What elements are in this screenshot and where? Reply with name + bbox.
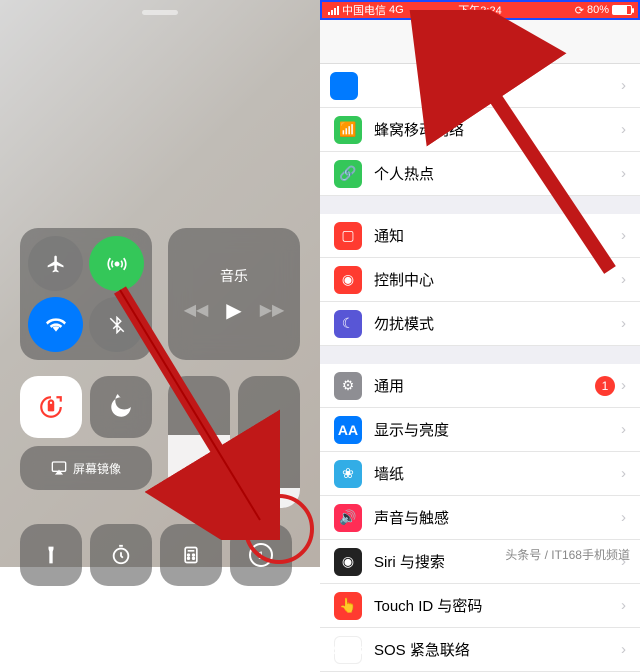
row-general[interactable]: ⚙通用1› bbox=[320, 364, 640, 408]
row-notifications[interactable]: ▢通知› bbox=[320, 214, 640, 258]
wallpaper-icon: ❀ bbox=[334, 460, 362, 488]
row-cellular[interactable]: 📶蜂窝移动网络› bbox=[320, 108, 640, 152]
screen-mirroring-tile[interactable]: 屏幕镜像 bbox=[20, 446, 152, 490]
hotspot-icon: 🔗 bbox=[334, 160, 362, 188]
sos-icon: SOS bbox=[334, 636, 362, 664]
chevron-icon: › bbox=[621, 227, 626, 244]
row-wallpaper[interactable]: ❀墙纸› bbox=[320, 452, 640, 496]
row-control-center[interactable]: ◉控制中心› bbox=[320, 258, 640, 302]
chevron-icon: › bbox=[621, 597, 626, 614]
brightness-slider[interactable]: ☀ bbox=[168, 376, 230, 508]
cellular-icon: 📶 bbox=[334, 116, 362, 144]
chevron-icon: › bbox=[621, 77, 626, 94]
next-track-icon[interactable]: ▶▶ bbox=[260, 300, 285, 320]
airplane-mode-toggle[interactable] bbox=[28, 236, 83, 291]
badge: 1 bbox=[595, 376, 615, 396]
network-label: 4G bbox=[389, 4, 404, 16]
status-bar: 中国电信 4G 下午2:24 ⟳ 80% bbox=[320, 0, 640, 20]
general-icon: ⚙ bbox=[334, 372, 362, 400]
timer-tile[interactable] bbox=[90, 524, 152, 586]
brightness-icon: ☀ bbox=[168, 480, 230, 500]
prev-track-icon[interactable]: ◀◀ bbox=[184, 300, 209, 320]
music-tile[interactable]: 音乐 ◀◀ ▶ ▶▶ bbox=[168, 228, 300, 360]
recording-countdown-tile[interactable]: 1 bbox=[230, 524, 292, 586]
grabber-handle[interactable] bbox=[142, 10, 178, 15]
row-dnd[interactable]: ☾勿扰模式› bbox=[320, 302, 640, 346]
settings-list: › 📶蜂窝移动网络› 🔗个人热点› ▢通知› ◉控制中心› ☾勿扰模式› ⚙通用… bbox=[320, 64, 640, 672]
chevron-icon: › bbox=[621, 165, 626, 182]
bottom-controls: 1 bbox=[20, 524, 292, 586]
notifications-icon: ▢ bbox=[334, 222, 362, 250]
row-hotspot[interactable]: 🔗个人热点› bbox=[320, 152, 640, 196]
svg-text:1: 1 bbox=[258, 550, 264, 562]
chevron-icon: › bbox=[621, 271, 626, 288]
row-sound[interactable]: 🔊声音与触感› bbox=[320, 496, 640, 540]
volume-slider[interactable]: 🔇 bbox=[238, 376, 300, 508]
chevron-icon: › bbox=[621, 421, 626, 438]
dnd-icon: ☾ bbox=[334, 310, 362, 338]
connectivity-tile[interactable] bbox=[20, 228, 152, 360]
page-title: 设置 bbox=[463, 29, 497, 54]
control-center-panel: 音乐 ◀◀ ▶ ▶▶ ☀ 🔇 屏幕镜像 1 bbox=[0, 0, 320, 567]
chevron-icon: › bbox=[621, 377, 626, 394]
mirror-label: 屏幕镜像 bbox=[73, 460, 121, 477]
chevron-icon: › bbox=[621, 509, 626, 526]
rotation-lock-tile[interactable] bbox=[20, 376, 82, 438]
music-controls: ◀◀ ▶ ▶▶ bbox=[184, 298, 285, 323]
navbar: 设置 bbox=[320, 20, 640, 64]
battery-pct: 80% bbox=[587, 4, 609, 16]
watermark: 头条号 / IT168手机频道 bbox=[505, 546, 630, 563]
carrier-label: 中国电信 bbox=[342, 2, 386, 18]
volume-icon: 🔇 bbox=[238, 480, 300, 500]
music-label: 音乐 bbox=[220, 266, 248, 286]
row-icon bbox=[330, 72, 358, 100]
battery-icon bbox=[612, 5, 632, 15]
row-sos[interactable]: SOSSOS 紧急联络› bbox=[320, 628, 640, 672]
display-icon: AA bbox=[334, 416, 362, 444]
do-not-disturb-tile[interactable] bbox=[90, 376, 152, 438]
sound-icon: 🔊 bbox=[334, 504, 362, 532]
time-label: 下午2:24 bbox=[458, 2, 501, 18]
flashlight-tile[interactable] bbox=[20, 524, 82, 586]
settings-screen: 中国电信 4G 下午2:24 ⟳ 80% 设置 › 📶蜂窝移动网络› 🔗个人热点… bbox=[320, 0, 640, 567]
calculator-tile[interactable] bbox=[160, 524, 222, 586]
chevron-icon: › bbox=[621, 641, 626, 658]
cellular-toggle[interactable] bbox=[89, 236, 144, 291]
row-partial[interactable]: › bbox=[320, 64, 640, 108]
siri-icon: ◉ bbox=[334, 548, 362, 576]
row-display[interactable]: AA显示与亮度› bbox=[320, 408, 640, 452]
chevron-icon: › bbox=[621, 315, 626, 332]
chevron-icon: › bbox=[621, 465, 626, 482]
chevron-icon: › bbox=[621, 121, 626, 138]
wifi-toggle[interactable] bbox=[28, 297, 83, 352]
row-touchid[interactable]: 👆Touch ID 与密码› bbox=[320, 584, 640, 628]
control-center-icon: ◉ bbox=[334, 266, 362, 294]
signal-icon bbox=[328, 6, 339, 15]
rotation-lock-icon: ⟳ bbox=[575, 4, 584, 17]
touchid-icon: 👆 bbox=[334, 592, 362, 620]
airplay-icon bbox=[51, 460, 67, 476]
bluetooth-toggle[interactable] bbox=[89, 297, 144, 352]
play-icon[interactable]: ▶ bbox=[226, 298, 241, 323]
